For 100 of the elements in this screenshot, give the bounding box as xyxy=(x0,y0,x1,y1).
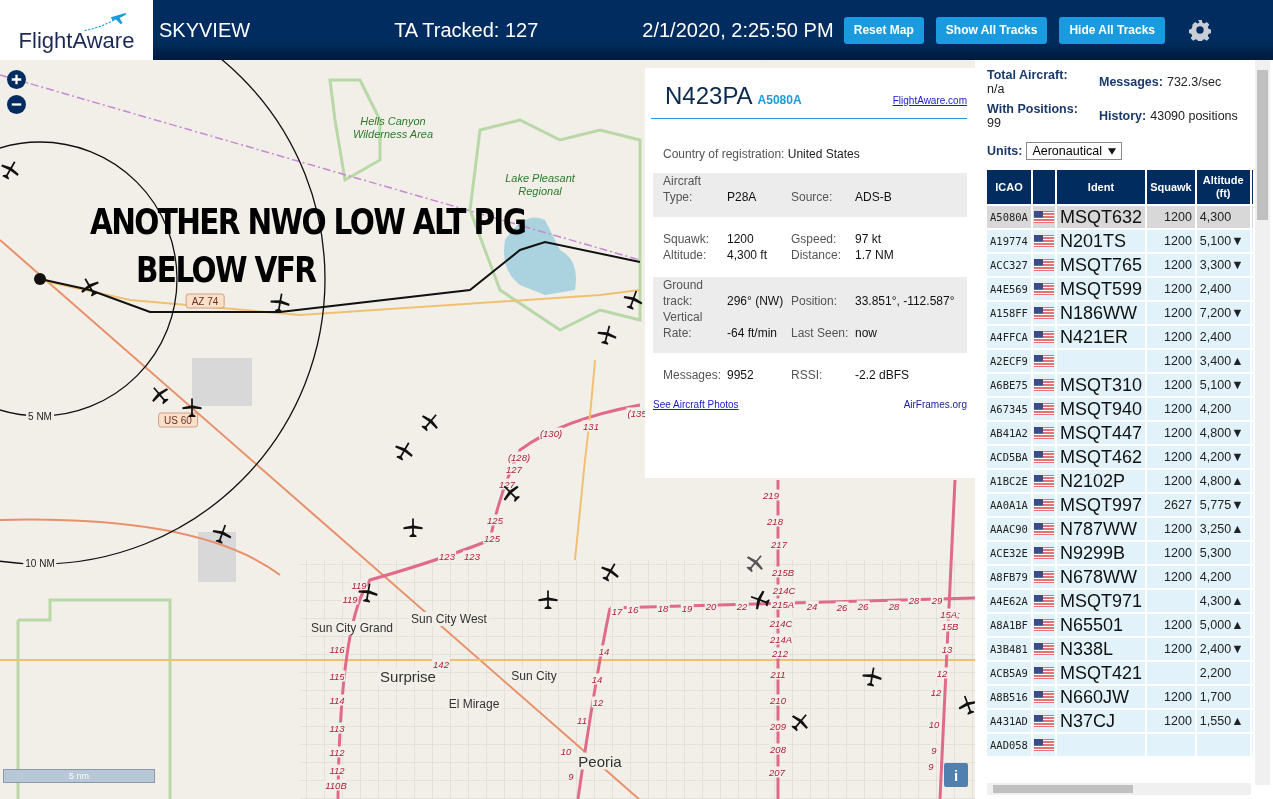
us-flag-icon xyxy=(1033,691,1054,703)
exit-number: 15A; xyxy=(939,608,961,620)
column-header[interactable] xyxy=(1032,170,1055,204)
zoom-out-icon[interactable] xyxy=(7,95,26,114)
aircraft-row[interactable]: AAD058 xyxy=(987,734,1253,756)
settings-icon[interactable] xyxy=(1189,19,1211,41)
us-flag-icon xyxy=(1033,715,1054,727)
column-header[interactable]: Altitude (ft) xyxy=(1196,170,1250,204)
exit-number: 113 xyxy=(328,722,346,734)
table-cell: 1200 xyxy=(1164,282,1192,296)
table-cell: ACE32E xyxy=(987,542,1031,564)
exit-number: 12 xyxy=(591,696,605,708)
table-cell: AAD058 xyxy=(987,734,1031,756)
aircraft-icao: A5080A xyxy=(757,93,802,107)
info-button[interactable]: i xyxy=(944,763,968,787)
place-label: Sun City xyxy=(509,669,559,683)
aircraft-row[interactable]: ACC327 MSQT765 1200 3,300▼ xyxy=(987,254,1253,276)
table-cell: 1200 xyxy=(1164,330,1192,344)
table-cell: 1,700 xyxy=(1199,690,1232,704)
aircraft-row[interactable]: ACE32E N9299B 1200 5,300 xyxy=(987,542,1253,564)
table-cell: 1200 xyxy=(1164,306,1192,320)
place-label: Surprise xyxy=(378,667,438,685)
aircraft-row[interactable]: A4E569 MSQT599 1200 2,400 xyxy=(987,278,1253,300)
field-value: P28A xyxy=(727,189,758,205)
table-cell: AAAC90 xyxy=(987,518,1031,540)
table-cell: 1200 xyxy=(1164,450,1192,464)
aircraft-row[interactable]: AA0A1A MSQT997 2627 5,775▼ xyxy=(987,494,1253,516)
zoom-in-icon[interactable] xyxy=(7,70,26,89)
exit-number: 29 xyxy=(930,594,944,606)
table-cell: 4,200 xyxy=(1199,570,1232,584)
app-title: SKYVIEW xyxy=(159,18,251,42)
aircraft-row[interactable]: A4FFCA N421ER 1200 2,400 xyxy=(987,326,1253,348)
exit-number: 214C xyxy=(771,584,797,596)
exit-number: 26 xyxy=(856,600,870,612)
aircraft-row[interactable]: AB41A2 MSQT447 1200 4,800▼ xyxy=(987,422,1253,444)
table-cell: N2102P xyxy=(1059,471,1126,491)
aircraft-row[interactable]: A8FB79 N678WW 1200 4,200 xyxy=(987,566,1253,588)
aircraft-row[interactable]: A4E62A MSQT971 4,300▲ xyxy=(987,590,1253,612)
exit-number: 114 xyxy=(328,694,346,706)
exit-number: 28 xyxy=(887,600,901,612)
exit-number: 215A xyxy=(770,598,796,610)
us-flag-icon xyxy=(1033,331,1054,343)
exit-number: (128) xyxy=(506,451,532,463)
aircraft-row[interactable]: A19774 N201TS 1200 5,100▼ xyxy=(987,230,1253,252)
exit-number: 123 xyxy=(463,550,481,562)
aircraft-row[interactable]: A3B481 N338L 1200 2,400▼ xyxy=(987,638,1253,660)
exit-number: 207 xyxy=(768,766,786,778)
aircraft-row[interactable]: A67345 MSQT940 1200 4,200 xyxy=(987,398,1253,420)
exit-number: 19 xyxy=(680,602,694,614)
units-label: Units: xyxy=(987,144,1023,158)
units-select[interactable]: Aeronautical xyxy=(1026,142,1122,160)
field-label: Squawk: xyxy=(663,231,711,247)
aircraft-row[interactable]: A6BE75 MSQT310 1200 5,100▼ xyxy=(987,374,1253,396)
aircraft-row[interactable]: A158FF N186WW 1200 7,200▼ xyxy=(987,302,1253,324)
stat-value: 732.3/sec xyxy=(1166,75,1222,89)
exit-number: 20 xyxy=(704,600,718,612)
aircraft-row[interactable]: A2ECF9 1200 3,400▲ xyxy=(987,350,1253,372)
field-label: Distance: xyxy=(791,247,843,263)
field-value: 296° (NW) xyxy=(727,293,785,309)
aircraft-row[interactable]: A1BC2E N2102P 1200 4,800▲ xyxy=(987,470,1253,492)
us-flag-icon xyxy=(1033,211,1054,223)
vertical-scrollbar[interactable] xyxy=(1255,60,1270,785)
field-label: Messages: xyxy=(663,367,723,383)
horizontal-scrollbar[interactable] xyxy=(987,783,1251,795)
exit-number: 112 xyxy=(328,764,346,776)
aircraft-row[interactable]: ACB5A9 MSQT421 2,200 xyxy=(987,662,1253,684)
exit-number: 214C xyxy=(768,617,794,629)
aircraft-row[interactable]: A8A1BF N65501 1200 5,000▲ xyxy=(987,614,1253,636)
table-cell: N201TS xyxy=(1059,231,1126,251)
column-header[interactable]: Ident xyxy=(1056,170,1145,204)
aircraft-row[interactable]: A5080A MSQT632 1200 4,300 xyxy=(987,206,1253,228)
table-cell: MSQT421 xyxy=(1059,663,1142,683)
table-cell: MSQT447 xyxy=(1059,423,1142,443)
column-header[interactable]: Squawk xyxy=(1147,170,1195,204)
aircraft-row[interactable]: A431AD N37CJ 1200 1,550▲ xyxy=(987,710,1253,732)
exit-number: 10 xyxy=(927,718,941,730)
table-cell: 3,300▼ xyxy=(1199,258,1244,272)
aircraft-row[interactable]: A8B516 N660JW 1200 1,700 xyxy=(987,686,1253,708)
place-label: Hells Canyon Wilderness Area xyxy=(351,115,435,141)
aircraft-row[interactable]: ACD5BA MSQT462 1200 4,200▼ xyxy=(987,446,1253,468)
us-flag-icon xyxy=(1033,403,1054,415)
photos-link[interactable]: See Aircraft Photos xyxy=(653,399,739,410)
table-cell: AB41A2 xyxy=(987,422,1031,444)
airframes-link[interactable]: AirFrames.org xyxy=(903,399,967,410)
table-cell: A5080A xyxy=(987,206,1031,228)
flightaware-link[interactable]: FlightAware.com xyxy=(892,95,967,106)
table-cell: A8FB79 xyxy=(987,566,1031,588)
table-cell: 4,800▲ xyxy=(1199,474,1244,488)
exit-number: 12 xyxy=(929,686,943,698)
us-flag-icon xyxy=(1033,475,1054,487)
table-cell: 1200 xyxy=(1164,258,1192,272)
exit-number: 115 xyxy=(328,670,346,682)
column-header[interactable]: ICAO xyxy=(987,170,1031,204)
caret-icon xyxy=(1107,147,1116,155)
exit-number: 131 xyxy=(582,420,600,432)
table-cell: ACC327 xyxy=(987,254,1031,276)
table-cell: A4FFCA xyxy=(987,326,1031,348)
aircraft-row[interactable]: AAAC90 N787WW 1200 3,250▲ xyxy=(987,518,1253,540)
us-flag-icon xyxy=(1033,739,1054,751)
table-cell: 1200 xyxy=(1164,234,1192,248)
